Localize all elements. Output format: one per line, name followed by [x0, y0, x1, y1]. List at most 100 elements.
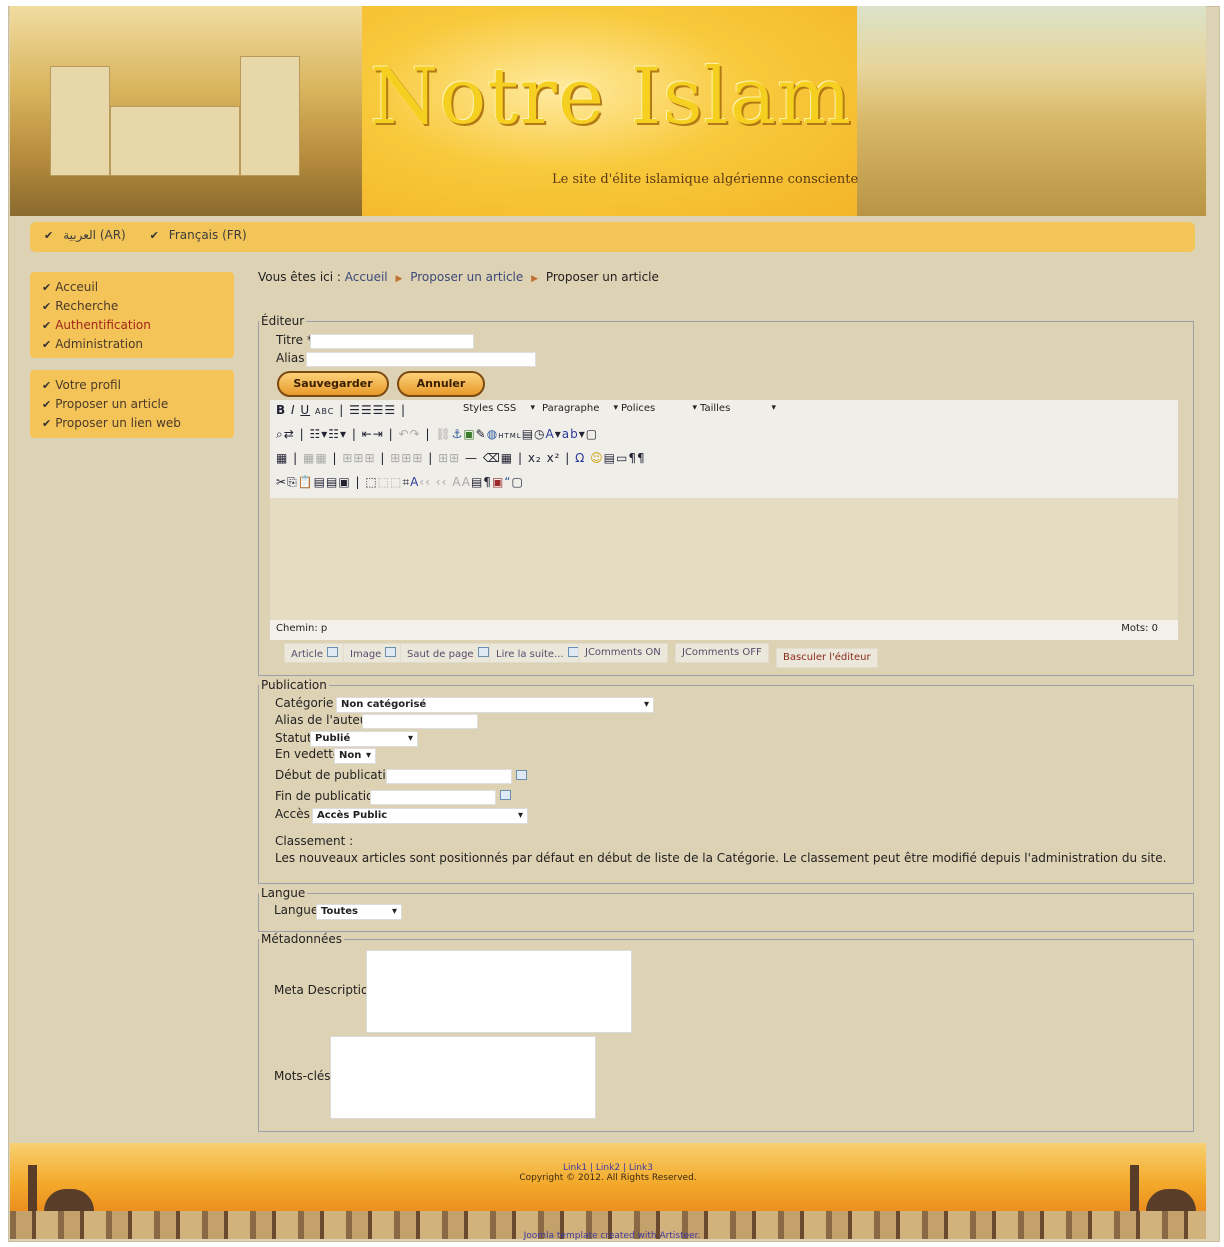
article-button[interactable]: Article: [284, 643, 346, 663]
style-props-icon[interactable]: A: [410, 475, 419, 489]
cut-icon[interactable]: ✂: [276, 475, 287, 489]
paste-text-icon[interactable]: ▤: [314, 475, 326, 489]
template-icon[interactable]: ▤: [471, 475, 483, 489]
author-alias-input[interactable]: [362, 714, 478, 729]
special-char-icon[interactable]: Ω: [575, 451, 585, 465]
media-icon[interactable]: ▤: [604, 451, 616, 465]
layer-icon[interactable]: ⬚: [365, 475, 377, 489]
status-select[interactable]: Publié: [310, 731, 418, 747]
row-tools-icon[interactable]: ⊞⊞⊞: [342, 451, 375, 465]
cleanup-icon[interactable]: ✎: [476, 427, 487, 441]
breadcrumb-link-proposer[interactable]: Proposer un article: [410, 270, 523, 284]
pagebreak-icon[interactable]: ▣: [492, 475, 504, 489]
insert-table-icon[interactable]: ▦: [276, 451, 288, 465]
size-select[interactable]: Tailles: [700, 403, 776, 419]
del-icon[interactable]: A: [462, 475, 471, 489]
language-select[interactable]: Toutes: [316, 904, 402, 920]
menu-item-proposer-article[interactable]: ✔ Proposer un article: [42, 395, 222, 414]
find-icon[interactable]: ⌕: [276, 427, 284, 441]
copy-icon[interactable]: ⎘: [287, 475, 298, 489]
underline-icon[interactable]: U: [300, 403, 310, 417]
meta-description-textarea[interactable]: [366, 950, 632, 1033]
featured-select[interactable]: Non: [334, 748, 376, 764]
menu-item-authentification[interactable]: ✔ Authentification: [42, 316, 222, 335]
bold-icon[interactable]: B: [276, 403, 286, 417]
rtl-icon[interactable]: ¶: [628, 451, 637, 465]
align-center-icon[interactable]: ☰: [361, 403, 373, 417]
outdent-icon[interactable]: ⇤: [362, 427, 373, 441]
col-tools-icon[interactable]: ⊞⊞: [438, 451, 460, 465]
fullscreen-icon[interactable]: ▢: [586, 427, 598, 441]
hr-icon[interactable]: —: [465, 451, 478, 465]
category-select[interactable]: Non catégorisé: [336, 697, 654, 713]
table-props-icon[interactable]: ▦▦: [303, 451, 328, 465]
cite-icon[interactable]: ‹‹ ‹‹: [419, 475, 447, 489]
pilcrow-icon[interactable]: ¶: [637, 451, 646, 465]
access-select[interactable]: Accès Public: [312, 808, 528, 824]
nonbreaking-icon[interactable]: ¶: [483, 475, 492, 489]
template-credit[interactable]: Joomla template created with Artisteer.: [0, 1231, 1224, 1241]
toggle-editor-button[interactable]: Basculer l'éditeur: [776, 648, 878, 668]
redo-icon[interactable]: ↷: [410, 427, 421, 441]
highlight-icon[interactable]: ab: [562, 427, 579, 441]
select-all-icon[interactable]: ▣: [338, 475, 350, 489]
align-justify-icon[interactable]: ☰: [384, 403, 396, 417]
time-icon[interactable]: ◷: [534, 427, 545, 441]
paste-icon[interactable]: 📋: [298, 475, 314, 489]
subscript-icon[interactable]: x₂: [528, 451, 542, 465]
bullet-list-icon[interactable]: ☷: [309, 427, 321, 441]
menu-item-administration[interactable]: ✔ Administration: [42, 335, 222, 354]
anchor-icon[interactable]: ⚓: [452, 427, 464, 441]
preview-icon[interactable]: ▢: [512, 475, 524, 489]
language-ar[interactable]: ✔ العربية (AR): [44, 228, 136, 242]
help-icon[interactable]: ◍: [487, 427, 498, 441]
paste-word-icon[interactable]: ▤: [326, 475, 338, 489]
code-icon[interactable]: ▤: [522, 427, 534, 441]
image-button[interactable]: Image: [343, 643, 404, 663]
align-left-icon[interactable]: ☰: [349, 403, 361, 417]
numbered-list-icon[interactable]: ☷: [328, 427, 340, 441]
layer-up-icon[interactable]: ⬚⬚: [378, 475, 403, 489]
cancel-button[interactable]: Annuler: [397, 371, 485, 397]
unlink-icon[interactable]: ⛓: [435, 427, 451, 441]
ltr-icon[interactable]: ▭: [616, 451, 628, 465]
pagebreak-button[interactable]: Saut de page: [400, 643, 496, 663]
strikethrough-icon[interactable]: ABC: [315, 407, 334, 416]
start-date-input[interactable]: [386, 769, 512, 784]
format-select[interactable]: Paragraphe: [542, 403, 618, 419]
visual-aid-icon[interactable]: ▦: [501, 451, 513, 465]
menu-item-acceuil[interactable]: ✔ Acceuil: [42, 278, 222, 297]
menu-item-profil[interactable]: ✔ Votre profil: [42, 376, 222, 395]
breadcrumb-link-accueil[interactable]: Accueil: [345, 270, 388, 284]
menu-item-proposer-lien[interactable]: ✔ Proposer un lien web: [42, 414, 222, 433]
jcomments-on-button[interactable]: JComments ON: [578, 643, 668, 663]
cell-tools-icon[interactable]: ⊞⊞⊞: [390, 451, 423, 465]
emoticon-icon[interactable]: ☺: [590, 451, 604, 465]
language-fr[interactable]: ✔ Français (FR): [150, 228, 257, 242]
styles-select[interactable]: Styles CSS: [463, 403, 535, 419]
superscript-icon[interactable]: x²: [547, 451, 561, 465]
blockquote-icon[interactable]: “: [504, 475, 511, 489]
html-icon[interactable]: HTML: [498, 432, 521, 440]
jcomments-off-button[interactable]: JComments OFF: [675, 643, 769, 663]
font-select[interactable]: Polices: [621, 403, 697, 419]
align-right-icon[interactable]: ☰: [373, 403, 385, 417]
undo-icon[interactable]: ↶: [399, 427, 410, 441]
save-button[interactable]: Sauvegarder: [277, 371, 389, 397]
keywords-textarea[interactable]: [330, 1036, 596, 1119]
calendar-icon[interactable]: [500, 790, 511, 800]
menu-item-recherche[interactable]: ✔ Recherche: [42, 297, 222, 316]
abs-icon[interactable]: ⌗: [402, 475, 410, 489]
text-color-icon[interactable]: A: [546, 427, 555, 441]
image-icon[interactable]: ▣: [463, 427, 475, 441]
italic-icon[interactable]: I: [291, 403, 296, 417]
replace-icon[interactable]: ⇄: [284, 427, 295, 441]
readmore-button[interactable]: Lire la suite...: [489, 643, 586, 663]
remove-format-icon[interactable]: ⌫: [483, 451, 501, 465]
footer-links[interactable]: Link1 | Link2 | Link3: [10, 1163, 1206, 1173]
calendar-icon[interactable]: [516, 770, 527, 780]
title-input[interactable]: [310, 334, 474, 349]
end-date-input[interactable]: [370, 790, 496, 805]
strike-icon[interactable]: A: [452, 475, 462, 489]
alias-input[interactable]: [306, 352, 536, 367]
